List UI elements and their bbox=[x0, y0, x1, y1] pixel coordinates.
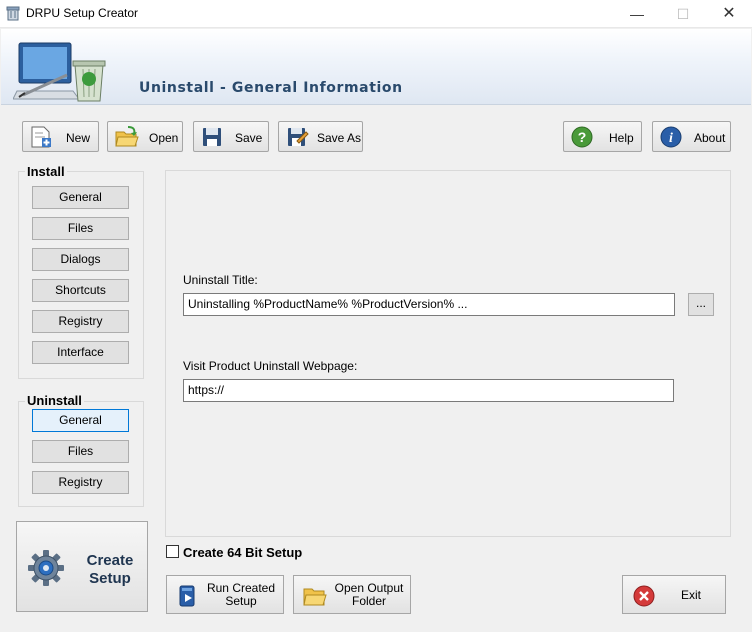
open-folder-icon bbox=[115, 126, 139, 147]
create-64bit-label: Create 64 Bit Setup bbox=[183, 545, 303, 560]
install-shortcuts-button[interactable]: Shortcuts bbox=[32, 279, 129, 302]
new-button[interactable]: New bbox=[22, 121, 99, 152]
help-button[interactable]: ? Help bbox=[563, 121, 642, 152]
title-bar: DRPU Setup Creator — ☐ ✕ bbox=[0, 0, 752, 28]
exit-icon bbox=[633, 585, 655, 607]
close-button[interactable]: ✕ bbox=[706, 0, 752, 28]
help-icon: ? bbox=[571, 126, 593, 148]
header-banner: Uninstall - General Information bbox=[1, 29, 751, 105]
page-title: Uninstall - General Information bbox=[139, 80, 403, 96]
save-disk-icon bbox=[203, 128, 221, 146]
run-setup-line2: Setup bbox=[225, 594, 257, 608]
uninstall-group-title: Uninstall bbox=[25, 393, 84, 408]
save-as-icon bbox=[288, 128, 309, 146]
save-as-button[interactable]: Save As bbox=[278, 121, 363, 152]
new-label: New bbox=[66, 131, 91, 145]
gear-icon bbox=[28, 550, 64, 586]
open-button[interactable]: Open bbox=[107, 121, 183, 152]
window-title: DRPU Setup Creator bbox=[26, 6, 139, 20]
exit-label: Exit bbox=[681, 588, 702, 602]
open-output-folder-button[interactable]: Open Output Folder bbox=[293, 575, 411, 614]
folder-icon bbox=[303, 588, 327, 606]
svg-text:i: i bbox=[669, 131, 673, 146]
save-label: Save bbox=[235, 131, 263, 145]
monitor-recycle-bin-icon bbox=[13, 42, 106, 102]
run-created-setup-button[interactable]: Run Created Setup bbox=[166, 575, 284, 614]
webpage-label: Visit Product Uninstall Webpage: bbox=[183, 359, 358, 373]
info-icon: i bbox=[660, 126, 682, 148]
create-setup-label: Create Setup bbox=[77, 552, 143, 588]
install-dialogs-button[interactable]: Dialogs bbox=[32, 248, 129, 271]
uninstall-general-button[interactable]: General bbox=[32, 409, 129, 432]
create-64bit-checkbox[interactable] bbox=[166, 545, 179, 558]
uninstall-title-input[interactable]: Uninstalling %ProductName% %ProductVersi… bbox=[183, 293, 675, 316]
browse-button[interactable]: ... bbox=[688, 293, 714, 316]
uninstall-title-label: Uninstall Title: bbox=[183, 273, 258, 287]
save-button[interactable]: Save bbox=[193, 121, 269, 152]
open-label: Open bbox=[149, 131, 179, 145]
run-setup-icon bbox=[179, 585, 195, 607]
help-label: Help bbox=[609, 131, 634, 145]
create-setup-button[interactable]: Create Setup bbox=[16, 521, 148, 612]
install-group-title: Install bbox=[25, 164, 67, 179]
save-as-label: Save As bbox=[317, 131, 362, 145]
app-icon bbox=[6, 6, 20, 21]
about-label: About bbox=[694, 131, 726, 145]
create-setup-line2: Setup bbox=[89, 570, 131, 587]
webpage-input[interactable]: https:// bbox=[183, 379, 674, 402]
svg-text:?: ? bbox=[578, 129, 587, 145]
uninstall-registry-button[interactable]: Registry bbox=[32, 471, 129, 494]
install-interface-button[interactable]: Interface bbox=[32, 341, 129, 364]
exit-button[interactable]: Exit bbox=[622, 575, 726, 614]
open-folder-line2: Folder bbox=[351, 594, 386, 608]
new-document-icon bbox=[31, 126, 51, 148]
minimize-button[interactable]: — bbox=[614, 0, 660, 28]
uninstall-files-button[interactable]: Files bbox=[32, 440, 129, 463]
install-registry-button[interactable]: Registry bbox=[32, 310, 129, 333]
maximize-button[interactable]: ☐ bbox=[660, 0, 706, 28]
install-general-button[interactable]: General bbox=[32, 186, 129, 209]
create-setup-line1: Create bbox=[86, 552, 134, 569]
install-files-button[interactable]: Files bbox=[32, 217, 129, 240]
content-panel bbox=[165, 170, 731, 537]
about-button[interactable]: i About bbox=[652, 121, 731, 152]
